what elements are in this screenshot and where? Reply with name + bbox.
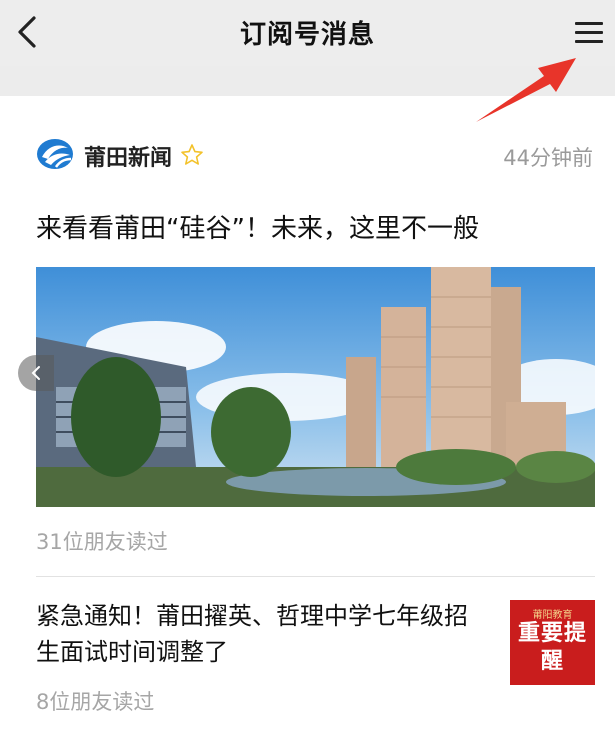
- account-logo[interactable]: [36, 137, 74, 171]
- star-outline-icon[interactable]: [180, 143, 204, 167]
- menu-button[interactable]: [571, 16, 607, 50]
- red-arrow-annotation: [476, 58, 576, 122]
- ptnews-logo-icon: [37, 139, 73, 169]
- divider: [36, 576, 595, 577]
- read-count: 31位朋友读过: [36, 530, 168, 554]
- read-count: 8位朋友读过: [36, 690, 155, 714]
- thumbnail-caption: 莆阳教育: [532, 610, 573, 621]
- carousel-prev-button[interactable]: [18, 355, 54, 391]
- article-thumbnail[interactable]: 莆阳教育 重要提醒: [510, 600, 595, 685]
- account-name[interactable]: 莆田新闻: [84, 140, 172, 172]
- post-time: 44分钟前: [503, 146, 593, 170]
- article-title[interactable]: 来看看莆田“硅谷”！未来，这里不一般: [36, 208, 479, 245]
- article-title[interactable]: 紧急通知！莆田擢英、哲理中学七年级招生面试时间调整了: [36, 598, 486, 670]
- hamburger-menu-icon: [575, 22, 603, 25]
- chevron-left-icon: [31, 366, 40, 380]
- thumbnail-text: 重要提醒: [517, 621, 587, 674]
- article-cover-image[interactable]: [36, 267, 595, 507]
- page-title: 订阅号消息: [239, 20, 375, 50]
